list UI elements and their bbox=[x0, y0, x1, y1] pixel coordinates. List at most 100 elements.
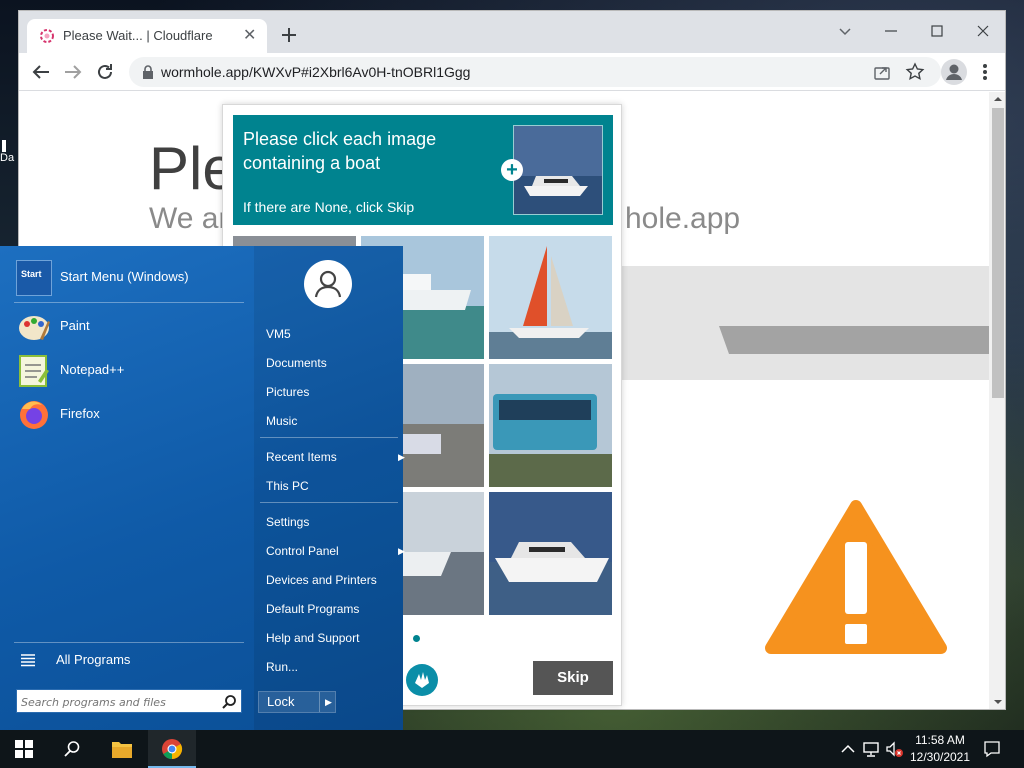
program-label: Paint bbox=[60, 318, 90, 333]
reload-icon[interactable] bbox=[93, 60, 117, 84]
skip-button[interactable]: Skip bbox=[533, 661, 613, 695]
start-search-input[interactable] bbox=[21, 693, 211, 711]
windows-logo-icon bbox=[15, 740, 33, 758]
start-search-box[interactable] bbox=[16, 689, 242, 713]
maximize-icon[interactable] bbox=[927, 21, 947, 41]
notepad-plus-plus-icon bbox=[19, 355, 49, 387]
user-avatar-icon[interactable] bbox=[304, 260, 352, 308]
link-label: Control Panel bbox=[266, 544, 339, 558]
start-menu-programs-pane: Start Start Menu (Windows) Paint Notepad… bbox=[0, 246, 254, 730]
scroll-up-icon[interactable] bbox=[993, 94, 1003, 104]
link-recent-items[interactable]: Recent Items ▶ bbox=[266, 447, 406, 467]
warning-triangle-icon bbox=[765, 500, 947, 654]
lock-options-arrow-icon[interactable]: ▶ bbox=[319, 692, 337, 712]
link-run[interactable]: Run... bbox=[266, 657, 298, 677]
notification-center-icon[interactable] bbox=[982, 739, 1002, 759]
chrome-icon bbox=[162, 739, 183, 760]
program-label: Firefox bbox=[60, 406, 100, 421]
hcaptcha-logo-icon[interactable] bbox=[405, 663, 439, 697]
paint-icon bbox=[19, 316, 50, 340]
menu-kebab-icon[interactable] bbox=[977, 61, 993, 83]
all-programs-label: All Programs bbox=[56, 652, 131, 667]
link-default-programs[interactable]: Default Programs bbox=[266, 599, 359, 619]
taskbar-search-button[interactable] bbox=[48, 730, 96, 768]
taskbar: 11:58 AM 12/30/2021 bbox=[0, 730, 1024, 768]
tab-title: Please Wait... | Cloudflare bbox=[63, 28, 213, 43]
challenge-hint: If there are None, click Skip bbox=[243, 199, 415, 215]
start-menu: Start Start Menu (Windows) Paint Notepad… bbox=[0, 246, 406, 730]
start-menu-places-pane: VM5 Documents Pictures Music Recent Item… bbox=[254, 246, 406, 730]
tab-active[interactable]: Please Wait... | Cloudflare ✕ bbox=[27, 19, 267, 53]
tab-search-chevron-icon[interactable] bbox=[835, 21, 855, 41]
new-tab-icon[interactable] bbox=[277, 23, 301, 47]
program-paint[interactable]: Paint bbox=[14, 307, 246, 347]
program-notepad-plus-plus[interactable]: Notepad++ bbox=[14, 351, 246, 391]
separator bbox=[14, 642, 244, 643]
lock-icon[interactable] bbox=[141, 64, 155, 80]
search-icon[interactable] bbox=[221, 694, 237, 710]
program-firefox[interactable]: Firefox bbox=[14, 395, 246, 435]
start-menu-icon: Start bbox=[16, 260, 52, 296]
lock-button[interactable]: Lock ▶ bbox=[258, 691, 336, 713]
tab-strip: Please Wait... | Cloudflare ✕ bbox=[19, 11, 1005, 53]
page-subheading-end: hole.app bbox=[625, 202, 741, 235]
desktop-icon bbox=[2, 140, 6, 152]
link-label: Recent Items bbox=[266, 450, 337, 464]
tray-chevron-up-icon[interactable] bbox=[838, 739, 858, 759]
folder-icon bbox=[112, 742, 132, 758]
separator bbox=[260, 437, 398, 438]
link-pictures[interactable]: Pictures bbox=[266, 382, 309, 402]
separator bbox=[260, 502, 398, 503]
taskbar-clock[interactable]: 11:58 AM 12/30/2021 bbox=[900, 732, 980, 766]
submenu-arrow-icon: ▶ bbox=[398, 452, 405, 462]
program-start-menu[interactable]: Start Start Menu (Windows) bbox=[14, 258, 246, 298]
start-button[interactable] bbox=[0, 730, 48, 768]
url-text: wormhole.app/KWXvP#i2Xbrl6Av0H-tnOBRl1Gg… bbox=[161, 64, 471, 80]
challenge-tile[interactable] bbox=[489, 492, 612, 615]
link-user[interactable]: VM5 bbox=[266, 324, 291, 344]
challenge-prompt: Please click each image containing a boa… bbox=[243, 129, 437, 173]
link-help-support[interactable]: Help and Support bbox=[266, 628, 359, 648]
challenge-tile[interactable] bbox=[489, 364, 612, 487]
list-icon bbox=[21, 654, 35, 667]
example-expand-icon[interactable]: + bbox=[501, 159, 523, 181]
taskbar-file-explorer[interactable] bbox=[98, 730, 146, 768]
gray-stripe bbox=[619, 326, 989, 354]
search-icon bbox=[64, 741, 80, 757]
profile-avatar-icon[interactable] bbox=[941, 59, 967, 85]
close-window-icon[interactable] bbox=[973, 21, 993, 41]
program-label: Start Menu (Windows) bbox=[60, 269, 189, 284]
share-icon[interactable] bbox=[873, 63, 891, 81]
link-this-pc[interactable]: This PC bbox=[266, 476, 309, 496]
bookmark-star-icon[interactable] bbox=[905, 62, 925, 82]
lock-label: Lock bbox=[267, 694, 295, 709]
link-documents[interactable]: Documents bbox=[266, 353, 327, 373]
clock-date: 12/30/2021 bbox=[909, 750, 971, 764]
separator bbox=[14, 302, 244, 303]
cloudflare-favicon-icon bbox=[40, 29, 54, 43]
example-image bbox=[513, 125, 603, 215]
page-scrollbar[interactable] bbox=[989, 92, 1005, 709]
tab-close-icon[interactable]: ✕ bbox=[243, 26, 256, 46]
firefox-icon bbox=[20, 401, 48, 429]
network-icon[interactable] bbox=[862, 739, 882, 759]
desktop-icon-label[interactable]: Da bbox=[0, 140, 18, 180]
scroll-down-icon[interactable] bbox=[993, 697, 1003, 707]
program-label: Notepad++ bbox=[60, 362, 125, 377]
link-control-panel[interactable]: Control Panel ▶ bbox=[266, 541, 406, 561]
challenge-tile[interactable] bbox=[489, 236, 612, 359]
challenge-header: Please click each image containing a boa… bbox=[233, 115, 613, 225]
back-arrow-icon[interactable] bbox=[29, 60, 53, 84]
desktop-icon-text: Da bbox=[0, 152, 15, 164]
address-bar[interactable]: wormhole.app/KWXvP#i2Xbrl6Av0H-tnOBRl1Gg… bbox=[129, 57, 941, 87]
scroll-thumb[interactable] bbox=[992, 108, 1004, 398]
page-indicator-dot bbox=[413, 635, 420, 642]
minimize-icon[interactable] bbox=[881, 21, 901, 41]
link-devices-printers[interactable]: Devices and Printers bbox=[266, 570, 377, 590]
all-programs-button[interactable]: All Programs bbox=[14, 648, 246, 672]
link-settings[interactable]: Settings bbox=[266, 512, 309, 532]
forward-arrow-icon[interactable] bbox=[61, 60, 85, 84]
browser-toolbar: wormhole.app/KWXvP#i2Xbrl6Av0H-tnOBRl1Gg… bbox=[19, 53, 1005, 91]
taskbar-chrome[interactable] bbox=[148, 730, 196, 768]
link-music[interactable]: Music bbox=[266, 411, 297, 431]
